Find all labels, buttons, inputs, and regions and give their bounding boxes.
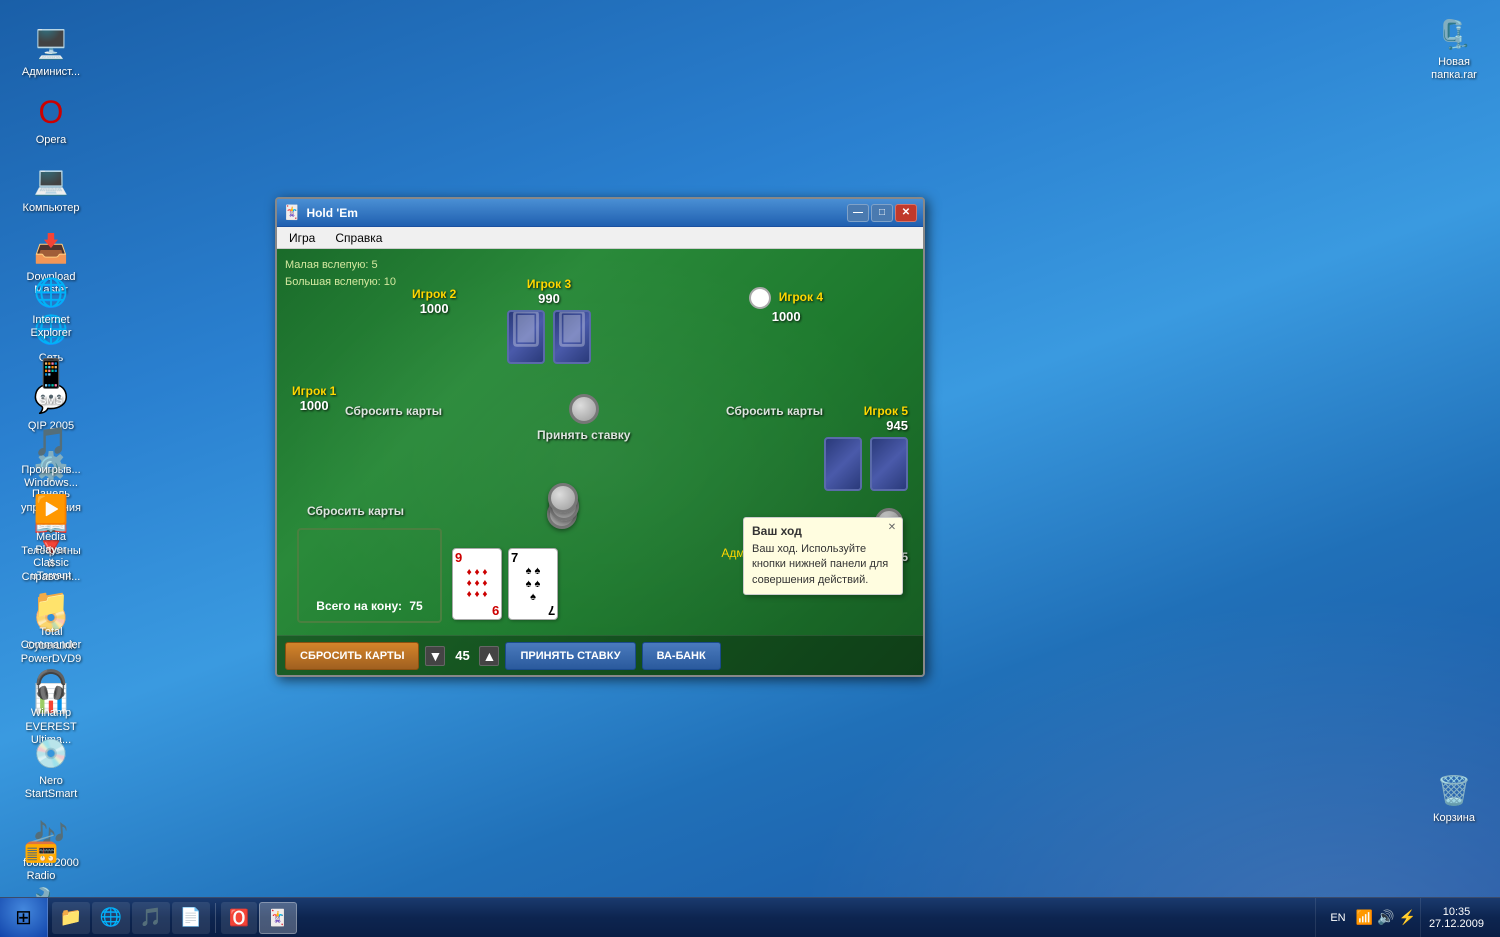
taskbar: ⊞ 📁 🌐 🎵 📄 🅾️ 🃏 EN 📶 � xyxy=(0,897,1500,937)
player1-info: Игрок 1 1000 xyxy=(292,384,336,413)
table-fold-bottom-left[interactable]: Сбросить карты xyxy=(307,504,404,518)
desktop-icon-total-commander[interactable]: 📁 Total Commander xyxy=(15,580,87,656)
fold-button[interactable]: СБРОСИТЬ КАРТЫ xyxy=(285,642,419,670)
desktop-icon-ie[interactable]: 🌐 Internet Explorer xyxy=(15,268,87,344)
desktop-icon-radio[interactable]: 📻 Radio xyxy=(5,824,77,887)
clock-time: 10:35 xyxy=(1443,906,1471,918)
pot-label: Всего на кону: 75 xyxy=(316,599,422,613)
bet-control: ▼ 45 ▲ xyxy=(425,646,499,666)
desktop-icon-nero[interactable]: 💿 Nero StartSmart xyxy=(15,729,87,805)
pot-display: Всего на кону: 75 xyxy=(297,528,442,623)
desktop-icon-trash[interactable]: 🗑️ Корзина xyxy=(1418,766,1490,829)
table-fold-left[interactable]: Сбросить карты xyxy=(345,404,442,418)
game-window: 🃏 Hold 'Em — □ ✕ Игра Справка Малая всле… xyxy=(275,197,925,677)
player5-cards xyxy=(824,437,908,491)
windows-logo-icon: ⊞ xyxy=(15,905,32,930)
pot-chips xyxy=(547,489,582,529)
bet-value-display: 45 xyxy=(447,648,477,663)
admin-card2: 7 ♠ ♠ ♠ ♠ ♠ 7 xyxy=(508,548,558,620)
window-menubar: Игра Справка xyxy=(277,227,923,249)
pot-chip-area xyxy=(547,489,582,534)
tooltip-popup: ✕ Ваш ход Ваш ход. Используйте кнопки ни… xyxy=(743,517,903,595)
table-call-center[interactable]: Принять ставку xyxy=(537,428,630,442)
taskbar-game-running[interactable]: 🃏 xyxy=(259,902,297,934)
table-call-area: Принять ставку xyxy=(537,394,630,442)
taskbar-media-icon[interactable]: 🎵 xyxy=(132,902,170,934)
taskbar-docs-icon[interactable]: 📄 xyxy=(172,902,210,934)
taskbar-folder-icon[interactable]: 📁 xyxy=(52,902,90,934)
poker-table: Малая вслепую: 5 Большая вслепую: 10 Игр… xyxy=(277,249,923,675)
taskbar-browser-icon[interactable]: 🌐 xyxy=(92,902,130,934)
game-taskbar-icon: 🃏 xyxy=(268,908,288,928)
small-blind-label: Малая вслепую: 5 xyxy=(285,257,396,274)
desktop-icons-right: 🗜️ Новая папка.rar 🗑️ Корзина xyxy=(1418,10,1490,830)
big-blind-label: Большая вслепую: 10 xyxy=(285,274,396,291)
allin-button[interactable]: ВА-БАНК xyxy=(642,642,721,670)
minimize-button[interactable]: — xyxy=(847,204,869,222)
action-bar: СБРОСИТЬ КАРТЫ ▼ 45 ▲ ПРИНЯТЬ СТАВКУ ВА-… xyxy=(277,635,923,675)
desktop-icon-rar[interactable]: 🗜️ Новая папка.rar xyxy=(1418,10,1490,86)
menu-item-game[interactable]: Игра xyxy=(281,229,323,247)
tray-battery-icon[interactable]: ⚡ xyxy=(1399,909,1416,926)
player5-area: Игрок 5 945 xyxy=(824,404,908,491)
player5-info: Игрок 5 945 xyxy=(824,404,908,433)
start-button[interactable]: ⊞ xyxy=(0,898,48,937)
window-title-icon: 🃏 xyxy=(283,204,300,221)
player3-area: Игрок 3 990 xyxy=(507,277,591,364)
desktop-icon-winamp[interactable]: 🎧 Winamp xyxy=(15,661,87,724)
taskbar-separator xyxy=(215,903,216,933)
window-controls: — □ ✕ xyxy=(847,204,917,222)
dealer-chip xyxy=(749,287,771,309)
language-indicator[interactable]: EN xyxy=(1324,912,1351,924)
tooltip-close-button[interactable]: ✕ xyxy=(885,521,899,535)
admin-cards: 9 ♦ ♦ ♦ ♦ ♦ ♦ ♦ ♦ ♦ 9 7 ♠ ♠ ♠ ♠ ♠ xyxy=(452,548,558,620)
desktop-icon-admin[interactable]: 🖥️ Админист... xyxy=(15,20,87,83)
system-tray: EN 📶 🔊 ⚡ 10:35 27.12.2009 xyxy=(1315,898,1500,937)
opera-taskbar-icon: 🅾️ xyxy=(229,908,249,928)
call-button[interactable]: ПРИНЯТЬ СТАВКУ xyxy=(505,642,635,670)
menu-item-help[interactable]: Справка xyxy=(327,229,390,247)
bet-increase-button[interactable]: ▲ xyxy=(479,646,499,666)
player3-cards xyxy=(507,310,591,364)
table-fold-right[interactable]: Сбросить карты xyxy=(726,404,823,418)
close-button[interactable]: ✕ xyxy=(895,204,917,222)
desktop-icon-opera[interactable]: O Opera xyxy=(15,88,87,151)
player2-info: Игрок 2 1000 xyxy=(412,287,456,316)
desktop: 🖥️ Админист... O Opera 💻 Компьютер 📥 Dow… xyxy=(0,0,1500,937)
admin-card1: 9 ♦ ♦ ♦ ♦ ♦ ♦ ♦ ♦ ♦ 9 xyxy=(452,548,502,620)
taskbar-clock: 10:35 27.12.2009 xyxy=(1420,898,1492,937)
player5-card2 xyxy=(870,437,908,491)
player3-info: Игрок 3 990 xyxy=(507,277,591,306)
player4-info: Игрок 4 1000 xyxy=(749,287,823,324)
taskbar-opera-running[interactable]: 🅾️ xyxy=(221,902,257,934)
bet-decrease-button[interactable]: ▼ xyxy=(425,646,445,666)
player3-card1 xyxy=(507,310,545,364)
window-titlebar: 🃏 Hold 'Em — □ ✕ xyxy=(277,199,923,227)
chip-center xyxy=(569,394,599,424)
taskbar-items: 📁 🌐 🎵 📄 🅾️ 🃏 xyxy=(48,898,1315,937)
window-title: 🃏 Hold 'Em xyxy=(283,204,358,221)
maximize-button[interactable]: □ xyxy=(871,204,893,222)
tray-volume-icon[interactable]: 🔊 xyxy=(1377,909,1394,926)
desktop-icon-sms[interactable]: 📱 SMS xyxy=(15,349,87,412)
player5-card1 xyxy=(824,437,862,491)
clock-date: 27.12.2009 xyxy=(1429,918,1484,930)
player3-card2 xyxy=(553,310,591,364)
tray-network-icon[interactable]: 📶 xyxy=(1356,909,1373,926)
blinds-info: Малая вслепую: 5 Большая вслепую: 10 xyxy=(285,257,396,290)
desktop-icon-media-classic[interactable]: ▶️ Media Player Classic xyxy=(15,485,87,575)
desktop-icon-computer[interactable]: 💻 Компьютер xyxy=(15,156,87,219)
